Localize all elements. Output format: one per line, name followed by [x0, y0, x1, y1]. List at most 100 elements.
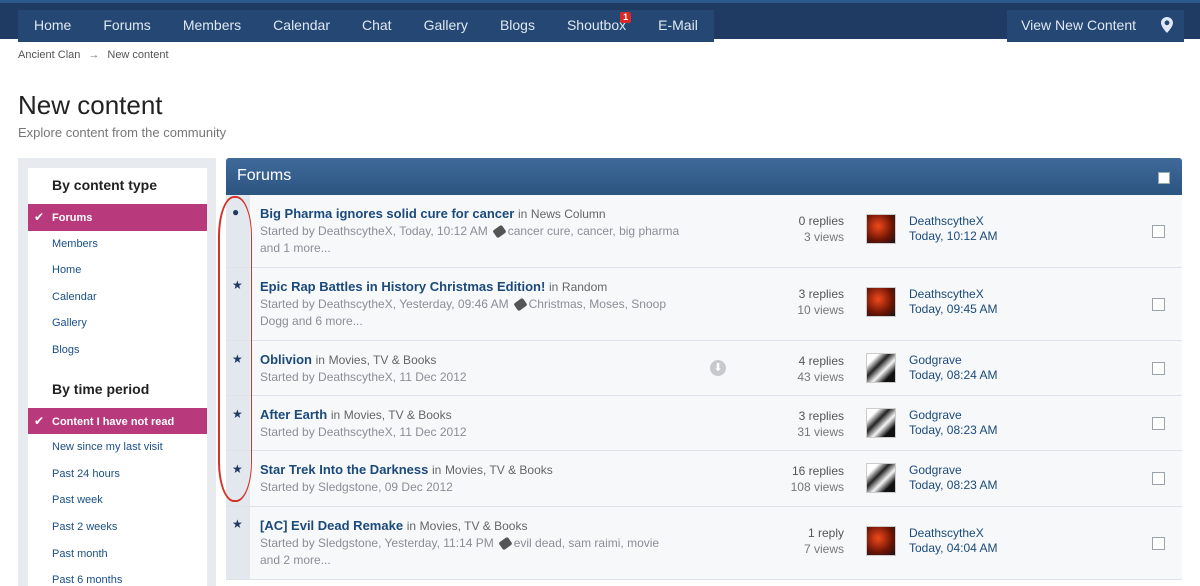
topic-checkbox[interactable] — [1152, 362, 1165, 375]
star-icon: ★ — [232, 517, 243, 531]
sidebar-item-home[interactable]: Home — [28, 257, 207, 284]
sidebar-item-label: Forums — [52, 212, 93, 224]
sidebar-item-past-month[interactable]: Past month — [28, 541, 207, 568]
topic-row[interactable]: ★ [AC] Evil Dead Remake in Movies, TV & B… — [226, 507, 1182, 580]
avatar[interactable] — [866, 526, 896, 556]
nav-item-label: Gallery — [423, 17, 468, 33]
topic-row[interactable]: ● Big Pharma ignores solid cure for cance… — [226, 195, 1182, 268]
last-post-time[interactable]: Today, 08:24 AM — [909, 368, 998, 383]
sidebar-item-past-6-months[interactable]: Past 6 months — [28, 567, 207, 586]
nav-item-forums[interactable]: Forums — [87, 10, 166, 42]
topic-row[interactable]: ★ Star Trek Into the Darkness in Movies, … — [226, 451, 1182, 507]
sidebar-item-past-24-hours[interactable]: Past 24 hours — [28, 461, 207, 488]
topic-tags[interactable]: Christmas, Moses, Snoop — [529, 297, 666, 311]
reply-count: 1 reply — [807, 526, 844, 540]
topic-forum-link[interactable]: Movies, TV & Books — [344, 408, 452, 422]
select-all-checkbox[interactable] — [1158, 172, 1170, 184]
topic-title-link[interactable]: [AC] Evil Dead Remake — [260, 518, 403, 533]
download-arrow-icon[interactable]: ⬇ — [710, 360, 726, 376]
topic-checkbox[interactable] — [1152, 298, 1165, 311]
topic-meta: Started by Sledgstone, 09 Dec 2012 — [260, 479, 690, 496]
topic-checkbox[interactable] — [1152, 225, 1165, 238]
filter-sidebar: By content type ✔ Forums Members Home Calend… — [18, 158, 216, 586]
topic-title-link[interactable]: After Earth — [260, 407, 327, 422]
topic-row[interactable]: ★ Oblivion in Movies, TV & Books Started b… — [226, 341, 1182, 396]
last-poster-link[interactable]: Godgrave — [909, 408, 998, 423]
topic-tags[interactable]: evil dead, sam raimi, movie — [514, 536, 659, 550]
topic-checkbox[interactable] — [1152, 472, 1165, 485]
nav-item-calendar[interactable]: Calendar — [257, 10, 346, 42]
topic-forum-link[interactable]: Random — [562, 280, 607, 294]
breadcrumb-root-link[interactable]: Ancient Clan — [18, 49, 80, 61]
topic-forum-link[interactable]: News Column — [531, 207, 606, 221]
nav-item-shoutbox[interactable]: Shoutbox 1 — [551, 10, 642, 42]
nav-item-blogs[interactable]: Blogs — [484, 10, 551, 42]
view-count: 3 views — [803, 230, 844, 244]
topic-title: Star Trek Into the Darkness in Movies, T… — [260, 462, 553, 477]
last-post-time[interactable]: Today, 09:45 AM — [909, 302, 998, 317]
last-poster-link[interactable]: Godgrave — [909, 463, 998, 478]
sidebar-item-content-i-have-not-read[interactable]: ✔ Content I have not read — [28, 407, 207, 435]
last-poster-link[interactable]: DeathscytheX — [909, 214, 998, 229]
topic-started-by: Started by DeathscytheX, 11 Dec 2012 — [260, 425, 467, 439]
topic-list: ● Big Pharma ignores solid cure for cance… — [226, 195, 1182, 580]
topic-title-link[interactable]: Big Pharma ignores solid cure for cancer — [260, 206, 514, 221]
topic-row[interactable]: ★ Epic Rap Battles in History Christmas E… — [226, 268, 1182, 341]
topic-tags-more[interactable]: Dogg and 6 more... — [260, 314, 363, 328]
avatar[interactable] — [866, 214, 896, 244]
sidebar-item-calendar[interactable]: Calendar — [28, 284, 207, 311]
topic-forum-link[interactable]: Movies, TV & Books — [329, 353, 437, 367]
sidebar-item-label: Past 2 weeks — [52, 520, 118, 533]
nav-item-chat[interactable]: Chat — [346, 10, 408, 42]
topic-tags-more[interactable]: and 2 more... — [260, 553, 331, 567]
forums-header: Forums — [226, 158, 1182, 195]
reply-count: 0 replies — [798, 214, 844, 228]
nav-item-label: Home — [34, 17, 72, 33]
last-poster-link[interactable]: Godgrave — [909, 353, 998, 368]
sidebar-item-blogs[interactable]: Blogs — [28, 337, 207, 364]
topic-title-link[interactable]: Star Trek Into the Darkness — [260, 462, 428, 477]
nav-item-members[interactable]: Members — [167, 10, 257, 42]
avatar[interactable] — [866, 408, 896, 438]
topic-title: After Earth in Movies, TV & Books — [260, 407, 452, 422]
last-poster-link[interactable]: DeathscytheX — [909, 526, 998, 541]
reply-count: 3 replies — [798, 409, 844, 423]
last-post-time[interactable]: Today, 10:12 AM — [909, 229, 998, 244]
avatar[interactable] — [866, 287, 896, 317]
topic-row[interactable]: ★ After Earth in Movies, TV & Books Starte… — [226, 396, 1182, 451]
topic-tags[interactable]: cancer cure, cancer, big pharma — [508, 224, 679, 238]
sidebar-item-label: Past 6 months — [52, 574, 123, 586]
sidebar-item-past-2-weeks[interactable]: Past 2 weeks — [28, 514, 207, 541]
topic-started-by: Started by DeathscytheX, 11 Dec 2012 — [260, 370, 467, 384]
topic-title-link[interactable]: Oblivion — [260, 352, 312, 367]
sidebar-item-label: Past month — [52, 547, 108, 560]
last-poster-link[interactable]: DeathscytheX — [909, 287, 998, 302]
topic-forum-link[interactable]: Movies, TV & Books — [445, 463, 553, 477]
sidebar-item-label: Past 24 hours — [52, 467, 120, 480]
map-pin-icon[interactable] — [1150, 10, 1184, 42]
nav-item-gallery[interactable]: Gallery — [408, 10, 484, 42]
last-post-time[interactable]: Today, 04:04 AM — [909, 541, 998, 556]
topic-meta: Started by Sledgstone, Yesterday, 11:14 … — [260, 535, 690, 569]
topic-checkbox[interactable] — [1152, 537, 1165, 550]
nav-item-home[interactable]: Home — [18, 10, 87, 42]
time-period-heading: By time period — [52, 380, 150, 397]
sidebar-item-new-since-my-last-visit[interactable]: New since my last visit — [28, 434, 207, 461]
topic-tags-more[interactable]: and 1 more... — [260, 241, 331, 255]
last-post-time[interactable]: Today, 08:23 AM — [909, 478, 998, 493]
content-type-heading: By content type — [52, 177, 158, 193]
sidebar-item-forums[interactable]: ✔ Forums — [28, 204, 207, 231]
avatar[interactable] — [866, 463, 896, 493]
topic-title-link[interactable]: Epic Rap Battles in History Christmas Ed… — [260, 279, 545, 294]
nav-item-e-mail[interactable]: E-Mail — [642, 10, 714, 42]
topic-stats: 3 replies 10 views — [797, 286, 844, 318]
topic-forum-link[interactable]: Movies, TV & Books — [420, 519, 528, 533]
last-post-time[interactable]: Today, 08:23 AM — [909, 423, 998, 438]
sidebar-item-members[interactable]: Members — [28, 231, 207, 258]
sidebar-item-past-week[interactable]: Past week — [28, 487, 207, 514]
topic-checkbox[interactable] — [1152, 417, 1165, 430]
view-new-content-link[interactable]: View New Content — [1007, 10, 1150, 42]
last-post-info: DeathscytheX Today, 10:12 AM — [909, 214, 998, 244]
sidebar-item-gallery[interactable]: Gallery — [28, 310, 207, 337]
avatar[interactable] — [866, 353, 896, 383]
